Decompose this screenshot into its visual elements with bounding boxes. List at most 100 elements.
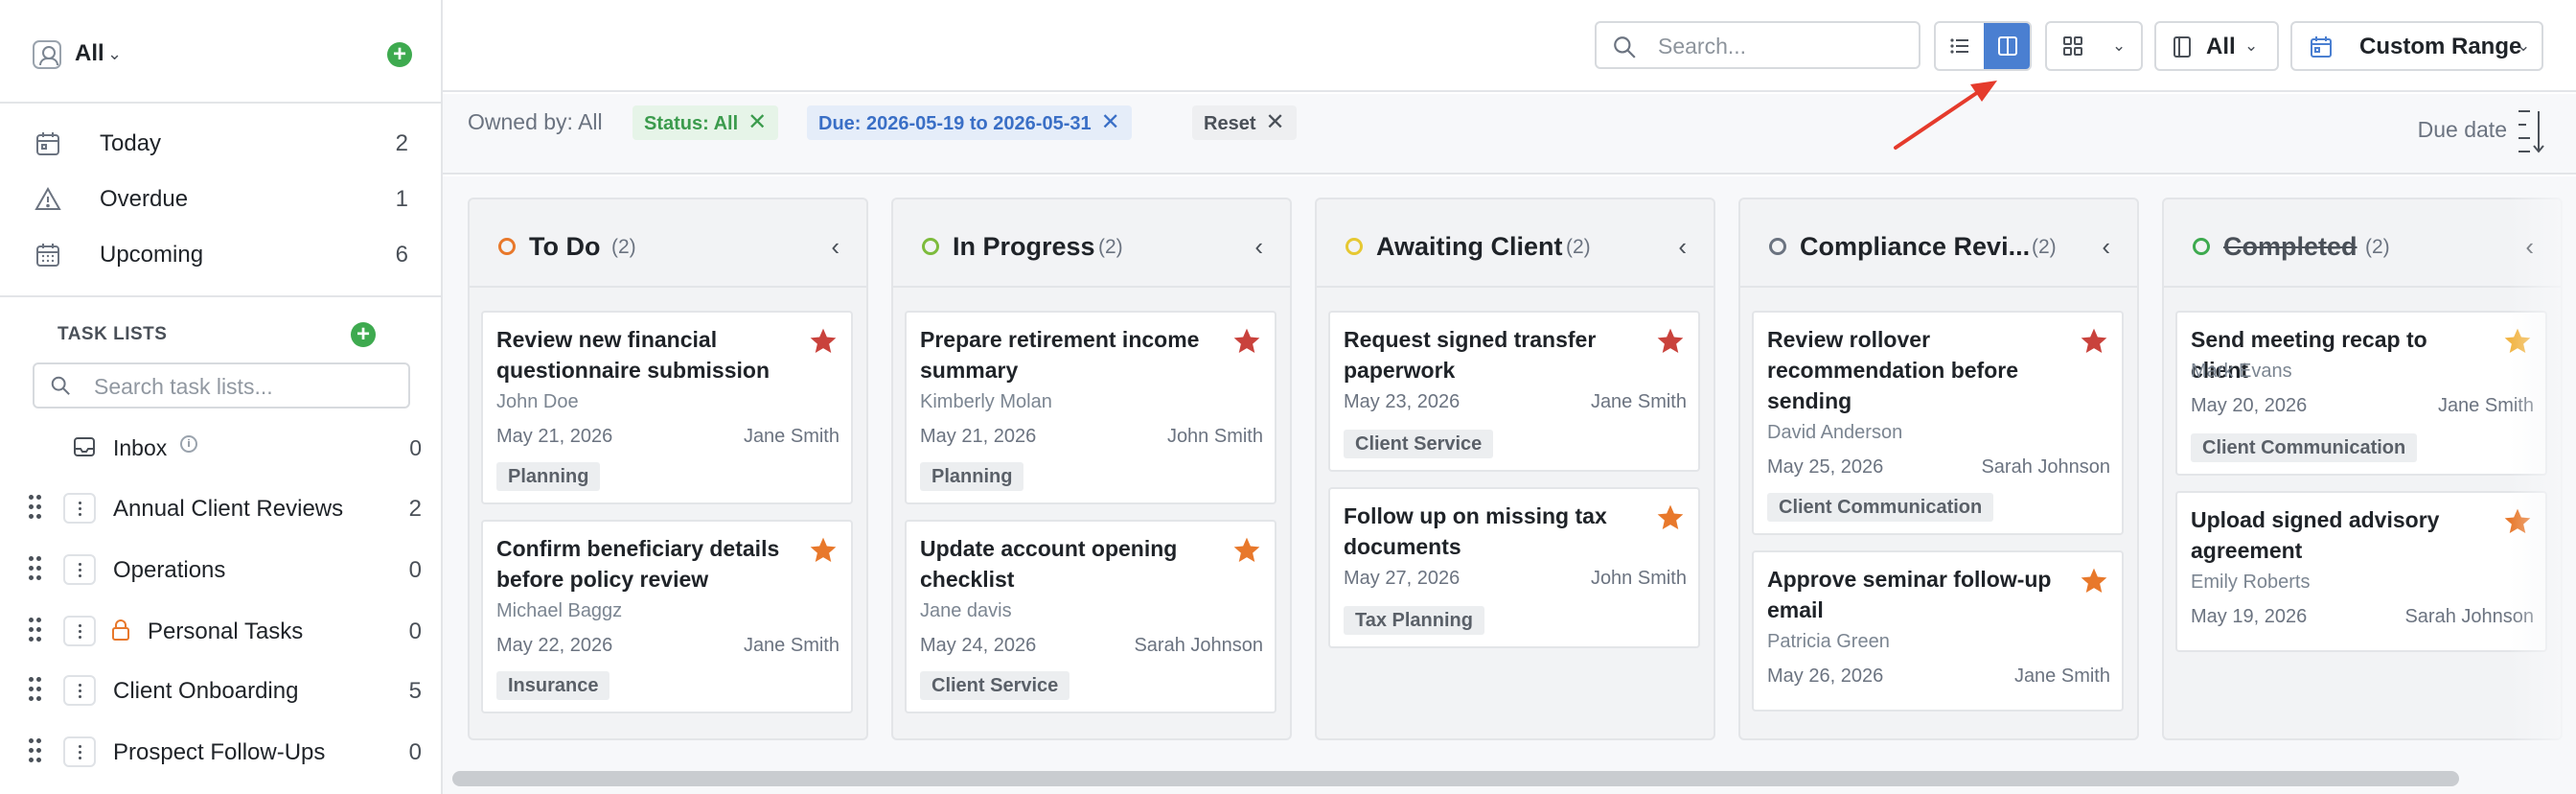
sidebar-item-label: Today: [100, 130, 162, 156]
sidebar-item-upcoming[interactable]: Upcoming 6: [0, 226, 441, 282]
star-icon[interactable]: [807, 535, 840, 566]
more-options-icon[interactable]: [63, 616, 96, 646]
workspace-selector[interactable]: All: [75, 40, 104, 67]
task-tag: Planning: [496, 462, 601, 491]
task-list-operations[interactable]: Operations 0: [0, 545, 441, 593]
more-options-icon[interactable]: [63, 493, 96, 524]
star-icon[interactable]: [1654, 502, 1687, 533]
board-column-compliance-review: Compliance Revi... (2) ‹ Review rollover…: [1738, 198, 2139, 740]
chevron-left-icon[interactable]: ‹: [2102, 232, 2110, 262]
star-icon[interactable]: [1230, 535, 1263, 566]
task-card[interactable]: Upload signed advisory agreement Emily R…: [2175, 491, 2547, 652]
list-view-button[interactable]: [1936, 23, 1984, 69]
sidebar-item-overdue[interactable]: Overdue 1: [0, 171, 441, 226]
add-workspace-icon[interactable]: +: [387, 42, 412, 67]
task-due-date: May 22, 2026: [496, 635, 613, 656]
calendar-grid-icon: [36, 244, 59, 267]
task-owner: Michael Baggz: [496, 600, 623, 621]
drag-handle-icon[interactable]: [29, 495, 42, 520]
grid-icon: [2063, 36, 2082, 56]
board-view-button[interactable]: [1984, 23, 2030, 69]
column-count: (2): [2032, 236, 2057, 258]
chevron-left-icon[interactable]: ‹: [1678, 232, 1687, 262]
sidebar-item-inbox[interactable]: Inbox i 0: [0, 428, 441, 466]
task-list-search-input[interactable]: [94, 372, 401, 401]
columns-icon: [1998, 36, 2017, 56]
close-icon[interactable]: ✕: [1265, 105, 1284, 140]
search-input[interactable]: [1658, 33, 1907, 59]
drag-handle-icon[interactable]: [29, 618, 42, 642]
task-list-client-onboarding[interactable]: Client Onboarding 5: [0, 666, 441, 713]
star-icon[interactable]: [1230, 326, 1263, 357]
sidebar-item-label: Inbox: [113, 435, 168, 460]
close-icon[interactable]: ✕: [1101, 105, 1120, 140]
task-due-date: May 27, 2026: [1344, 568, 1460, 589]
star-icon[interactable]: [2078, 566, 2110, 596]
calendar-icon: [2311, 36, 2332, 58]
task-title: Upload signed advisory agreement: [2191, 507, 2440, 563]
task-list-label: Client Onboarding: [113, 678, 299, 704]
task-card[interactable]: Confirm beneficiary details before polic…: [481, 520, 853, 713]
layout-options-button[interactable]: ⌄: [2045, 21, 2143, 71]
kanban-board: To Do (2) ‹ Review new financial questio…: [443, 176, 2576, 794]
task-tag: Planning: [920, 462, 1024, 491]
task-list-personal-tasks[interactable]: Personal Tasks 0: [0, 606, 441, 654]
reset-filters-chip[interactable]: Reset ✕: [1192, 105, 1297, 140]
task-list-annual-client-reviews[interactable]: Annual Client Reviews 2: [0, 483, 441, 531]
task-assignee: Jane Smith: [1590, 391, 1687, 412]
task-list-prospect-follow-ups[interactable]: Prospect Follow-Ups 0: [0, 727, 441, 775]
task-title: Review rollover recommendation before se…: [1767, 327, 2018, 413]
drag-handle-icon[interactable]: [29, 738, 42, 763]
sort-icon[interactable]: [2517, 107, 2545, 155]
status-dot-icon: [1346, 238, 1363, 255]
task-card[interactable]: Approve seminar follow-up email Patricia…: [1752, 550, 2124, 712]
info-icon[interactable]: i: [180, 435, 197, 453]
task-card[interactable]: Follow up on missing tax documents May 2…: [1328, 487, 1700, 648]
sort-label[interactable]: Due date: [2418, 117, 2507, 143]
chevron-left-icon[interactable]: ‹: [1254, 232, 1263, 262]
column-header: In Progress (2) ‹: [893, 199, 1290, 288]
task-due-date: May 21, 2026: [496, 426, 613, 447]
star-icon[interactable]: [2078, 326, 2110, 357]
task-card[interactable]: Update account opening checklist Jane da…: [905, 520, 1276, 713]
star-icon[interactable]: [1654, 326, 1687, 357]
task-title: Update account opening checklist: [920, 536, 1178, 592]
task-list-count: 0: [408, 619, 422, 644]
owner-filter-dropdown[interactable]: All ⌄: [2154, 21, 2279, 71]
star-icon[interactable]: [2501, 506, 2534, 537]
sidebar-item-label: Overdue: [100, 186, 189, 212]
star-icon[interactable]: [2501, 326, 2534, 357]
task-card[interactable]: Review rollover recommendation before se…: [1752, 311, 2124, 535]
drag-handle-icon[interactable]: [29, 677, 42, 702]
chevron-left-icon[interactable]: ‹: [2525, 232, 2534, 262]
search-box[interactable]: [1595, 21, 1920, 69]
workspace-people-icon[interactable]: [33, 40, 61, 69]
chevron-left-icon[interactable]: ‹: [831, 232, 840, 262]
task-title: Review new financial questionnaire submi…: [496, 327, 770, 383]
board-column-in-progress: In Progress (2) ‹ Prepare retirement inc…: [891, 198, 1292, 740]
column-header: Compliance Revi... (2) ‹: [1740, 199, 2137, 288]
chevron-down-icon[interactable]: ⌄: [107, 44, 122, 64]
more-options-icon[interactable]: [63, 675, 96, 706]
due-filter-chip[interactable]: Due: 2026-05-19 to 2026-05-31 ✕: [807, 105, 1132, 140]
list-icon: [1950, 38, 1968, 54]
sidebar-item-today[interactable]: Today 2: [0, 115, 441, 171]
task-owner: John Doe: [496, 391, 579, 412]
add-task-list-icon[interactable]: +: [351, 322, 376, 347]
task-list-search[interactable]: [33, 362, 410, 409]
close-icon[interactable]: ✕: [748, 105, 767, 140]
more-options-icon[interactable]: [63, 554, 96, 585]
task-assignee: Sarah Johnson: [2404, 606, 2534, 627]
task-card[interactable]: Prepare retirement income summary Kimber…: [905, 311, 1276, 504]
task-card[interactable]: Request signed transfer paperwork May 23…: [1328, 311, 1700, 472]
task-card[interactable]: Send meeting recap to client Mark Evans …: [2175, 311, 2547, 476]
status-dot-icon: [2193, 238, 2210, 255]
drag-handle-icon[interactable]: [29, 556, 42, 581]
horizontal-scrollbar[interactable]: [452, 771, 2459, 786]
task-assignee: Jane Smith: [743, 635, 840, 656]
date-range-dropdown[interactable]: Custom Range ⌄: [2290, 21, 2543, 71]
task-card[interactable]: Review new financial questionnaire submi…: [481, 311, 853, 504]
star-icon[interactable]: [807, 326, 840, 357]
more-options-icon[interactable]: [63, 736, 96, 767]
status-filter-chip[interactable]: Status: All ✕: [632, 105, 779, 140]
